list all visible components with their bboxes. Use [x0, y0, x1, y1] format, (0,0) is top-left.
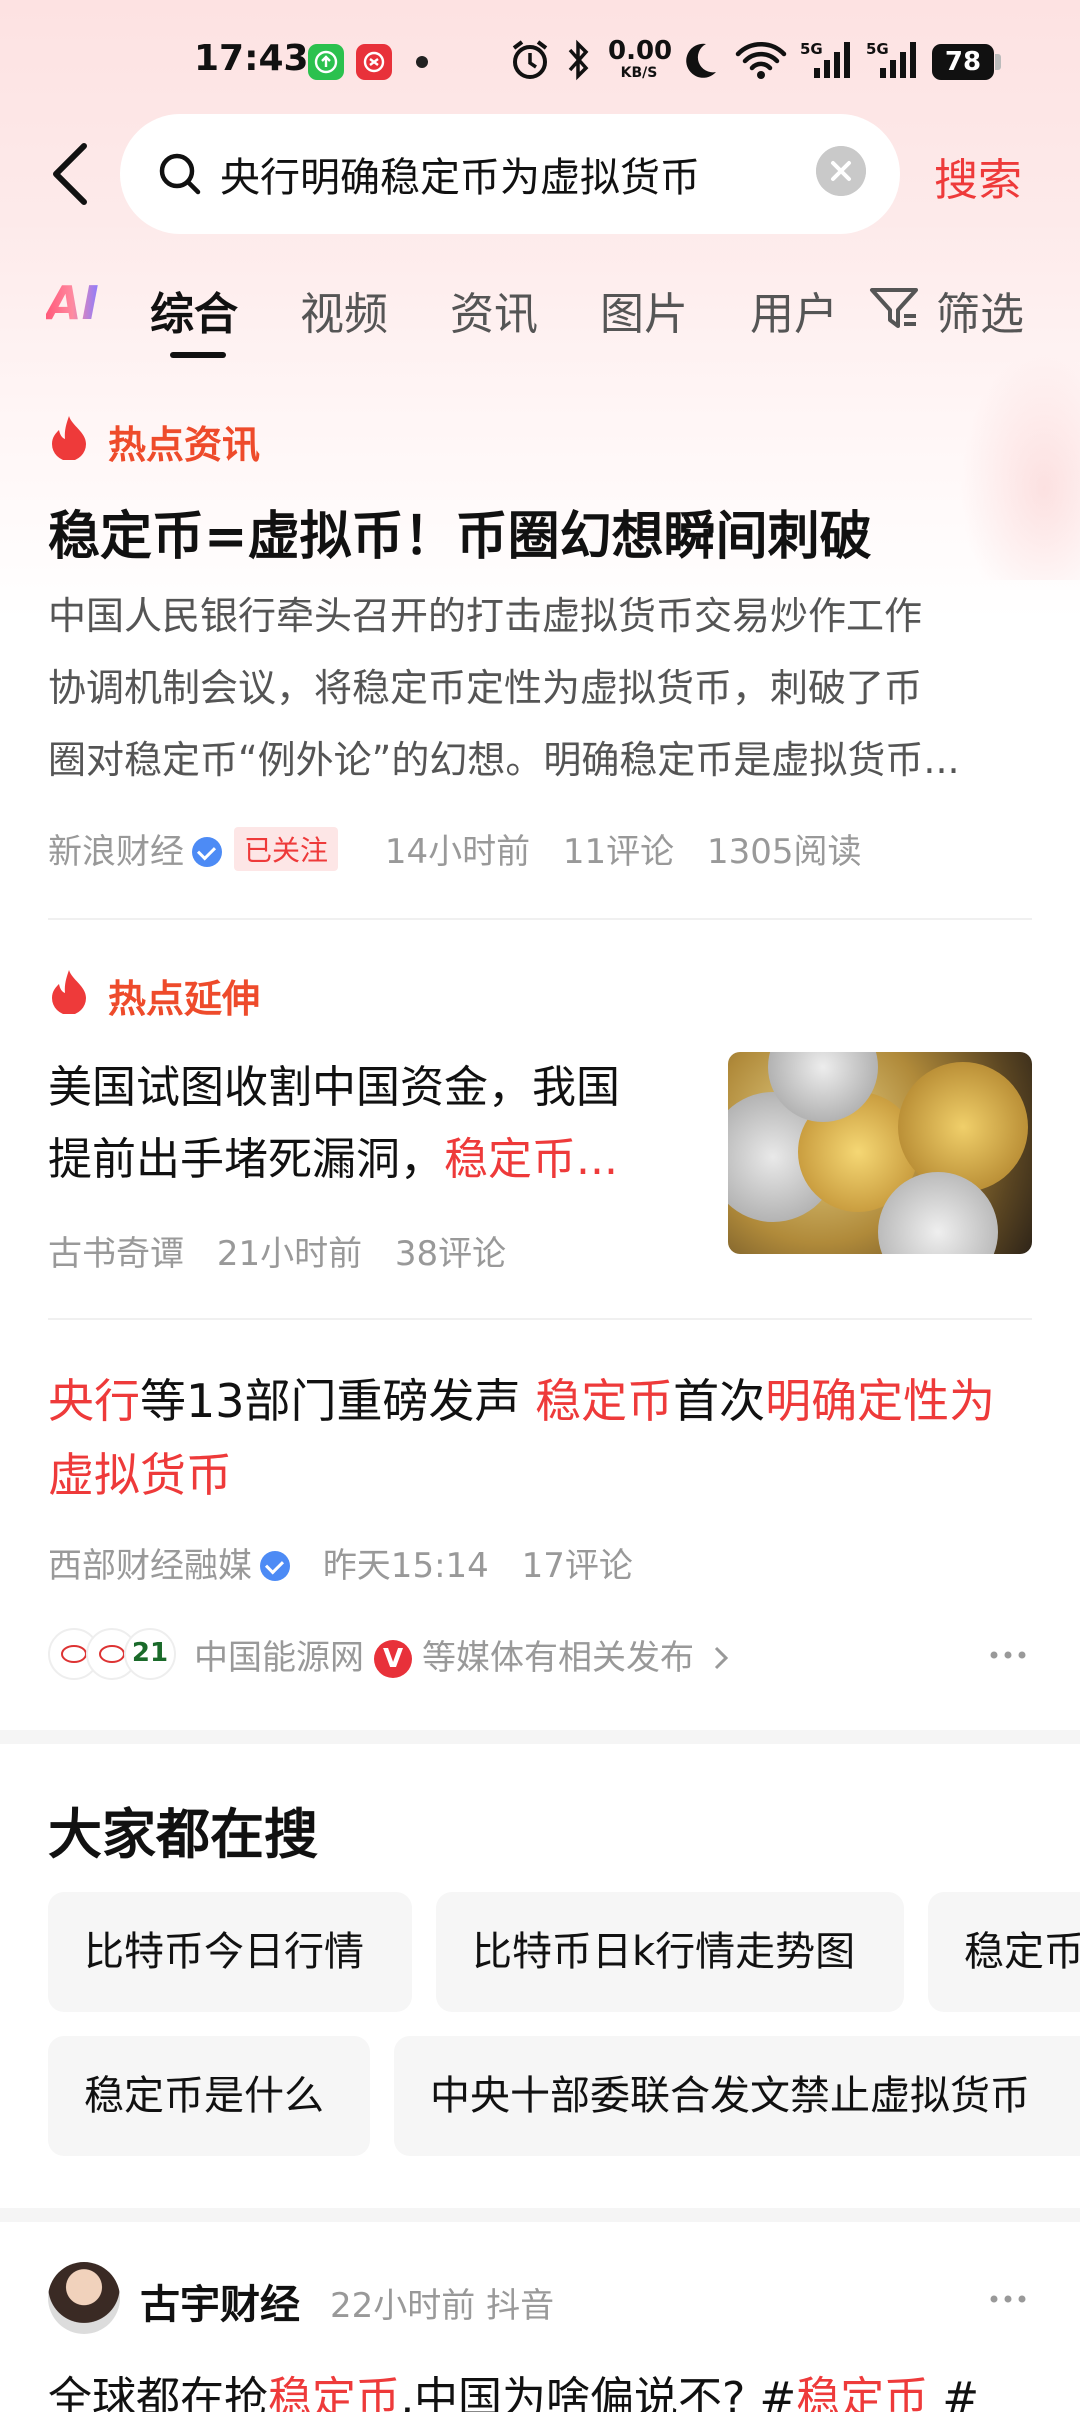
- source-name[interactable]: 西部财经融媒: [48, 1546, 252, 1586]
- post-meta: 22小时前 抖音: [330, 2286, 555, 2326]
- extension-title[interactable]: 美国试图收割中国资金，我国 提前出手堵死漏洞，稳定币...: [48, 1052, 688, 1196]
- signal-icon-2: [880, 42, 916, 78]
- section-separator: [0, 2208, 1080, 2222]
- news-item-title[interactable]: 央行等13部门重磅发声 稳定币首次明确定性为 虚拟货币: [48, 1364, 1038, 1512]
- verified-icon: [260, 1551, 290, 1581]
- everyone-searching-title: 大家都在搜: [48, 1803, 318, 1866]
- signal-icon: [814, 42, 850, 78]
- search-suggestion-chip[interactable]: 稳定币: [928, 1892, 1080, 2012]
- search-button[interactable]: 搜索: [934, 144, 1022, 208]
- hot-news-headline[interactable]: 稳定币=虚拟币！币圈幻想瞬间刺破: [48, 494, 872, 569]
- tab-bar: AI 综合 视频 资讯 图片 用户 筛选: [0, 270, 1080, 360]
- tab-news[interactable]: 资讯: [450, 278, 538, 342]
- battery-tip: [995, 54, 1001, 70]
- search-suggestion-chip[interactable]: 稳定币是什么: [48, 2036, 370, 2156]
- title-line: 央行等13部门重磅发声 稳定币首次明确定性为: [48, 1374, 996, 1428]
- hot-news-summary[interactable]: 中国人民银行牵头召开的打击虚拟货币交易炒作工作 协调机制会议，将稳定币定性为虚拟…: [48, 580, 1038, 796]
- tab-ai[interactable]: AI: [46, 276, 99, 330]
- bitcoin-thumbnail[interactable]: [728, 1052, 1032, 1254]
- tab-users[interactable]: 用户: [750, 278, 838, 342]
- avatar[interactable]: [48, 2262, 120, 2334]
- status-bar: 17:43 0.00 KB/S 5G 5G 78: [0, 0, 1080, 120]
- media-avatar: 21: [124, 1628, 176, 1680]
- moon-icon: [686, 43, 716, 78]
- more-icon[interactable]: [988, 1640, 1028, 1670]
- verified-icon: [192, 837, 222, 867]
- summary-line: 圈对稳定币“例外论”的幻想。明确稳定币是虚拟货币...: [48, 738, 960, 782]
- notification-dot: [416, 56, 428, 68]
- divider: [48, 918, 1032, 920]
- filter-icon[interactable]: [868, 284, 920, 332]
- related-media-name: 中国能源网: [194, 1638, 364, 1678]
- flame-watermark: [960, 350, 1080, 580]
- related-media-suffix: 等媒体有相关发布: [422, 1638, 694, 1678]
- search-suggestion-chip[interactable]: 中央十部委联合发文禁止虚拟货币: [394, 2036, 1080, 2156]
- v-badge-icon: V: [374, 1640, 412, 1678]
- publish-time: 21小时前: [216, 1234, 363, 1274]
- read-count: 1305阅读: [706, 832, 862, 872]
- status-time: 17:43: [194, 38, 309, 79]
- upload-app-icon: [308, 44, 344, 80]
- publish-time: 昨天15:14: [322, 1546, 489, 1586]
- extension-label: 热点延伸: [108, 977, 261, 1021]
- search-bar[interactable]: [120, 114, 900, 234]
- search-suggestion-chip[interactable]: 比特币日k行情走势图: [436, 1892, 904, 2012]
- search-icon: [159, 153, 201, 195]
- post-author[interactable]: 古宇财经: [140, 2272, 300, 2330]
- bluetooth-icon: [568, 39, 589, 81]
- flame-icon: [52, 416, 86, 460]
- comment-count: 38评论: [394, 1234, 507, 1274]
- clear-icon[interactable]: [816, 146, 866, 196]
- chevron-right-icon: [714, 1646, 728, 1670]
- title-line: 提前出手堵死漏洞，稳定币...: [48, 1134, 618, 1185]
- comment-count: 17评论: [521, 1546, 633, 1586]
- more-icon[interactable]: [988, 2284, 1028, 2314]
- hot-news-label: 热点资讯: [108, 423, 261, 467]
- search-suggestion-chip[interactable]: 比特币今日行情: [48, 1892, 412, 2012]
- related-media[interactable]: 中国能源网 V 等媒体有相关发布: [194, 1630, 731, 1679]
- alarm-icon: [512, 40, 548, 79]
- summary-line: 中国人民银行牵头召开的打击虚拟货币交易炒作工作: [48, 594, 923, 638]
- active-tab-indicator: [170, 352, 226, 358]
- hot-news-meta: 新浪财经 已关注 14小时前 11评论 1305阅读: [48, 824, 862, 873]
- summary-line: 协调机制会议，将稳定币定性为虚拟货币，刺破了币: [48, 666, 923, 710]
- search-input[interactable]: [220, 138, 880, 210]
- publish-time: 14小时前: [384, 832, 531, 872]
- section-separator: [0, 1730, 1080, 1744]
- source-name[interactable]: 古书奇谭: [48, 1234, 184, 1274]
- related-media-avatars[interactable]: 21: [48, 1628, 178, 1680]
- tab-video[interactable]: 视频: [300, 278, 388, 342]
- source-name[interactable]: 新浪财经: [48, 832, 184, 872]
- tab-filter[interactable]: 筛选: [936, 278, 1024, 342]
- title-line: 美国试图收割中国资金，我国: [48, 1062, 620, 1113]
- flame-icon: [52, 970, 86, 1014]
- post-text[interactable]: 全球都在抢稳定币,中国为啥偏说不? #稳定币 #: [48, 2362, 979, 2412]
- news3-meta: 西部财经融媒 昨天15:14 17评论: [48, 1538, 633, 1587]
- extension-meta: 古书奇谭 21小时前 38评论: [48, 1226, 506, 1275]
- battery-icon: 78: [932, 44, 994, 80]
- followed-badge: 已关注: [234, 827, 339, 871]
- back-arrow-icon[interactable]: [46, 138, 98, 210]
- wifi-icon: [735, 42, 787, 79]
- title-line: 虚拟货币: [48, 1448, 232, 1502]
- tab-images[interactable]: 图片: [600, 278, 688, 342]
- network-speed: 0.00 KB/S: [608, 36, 673, 81]
- divider: [48, 1318, 1032, 1320]
- comment-count: 11评论: [562, 832, 675, 872]
- netease-app-icon: [356, 44, 392, 80]
- tab-comprehensive[interactable]: 综合: [150, 278, 238, 342]
